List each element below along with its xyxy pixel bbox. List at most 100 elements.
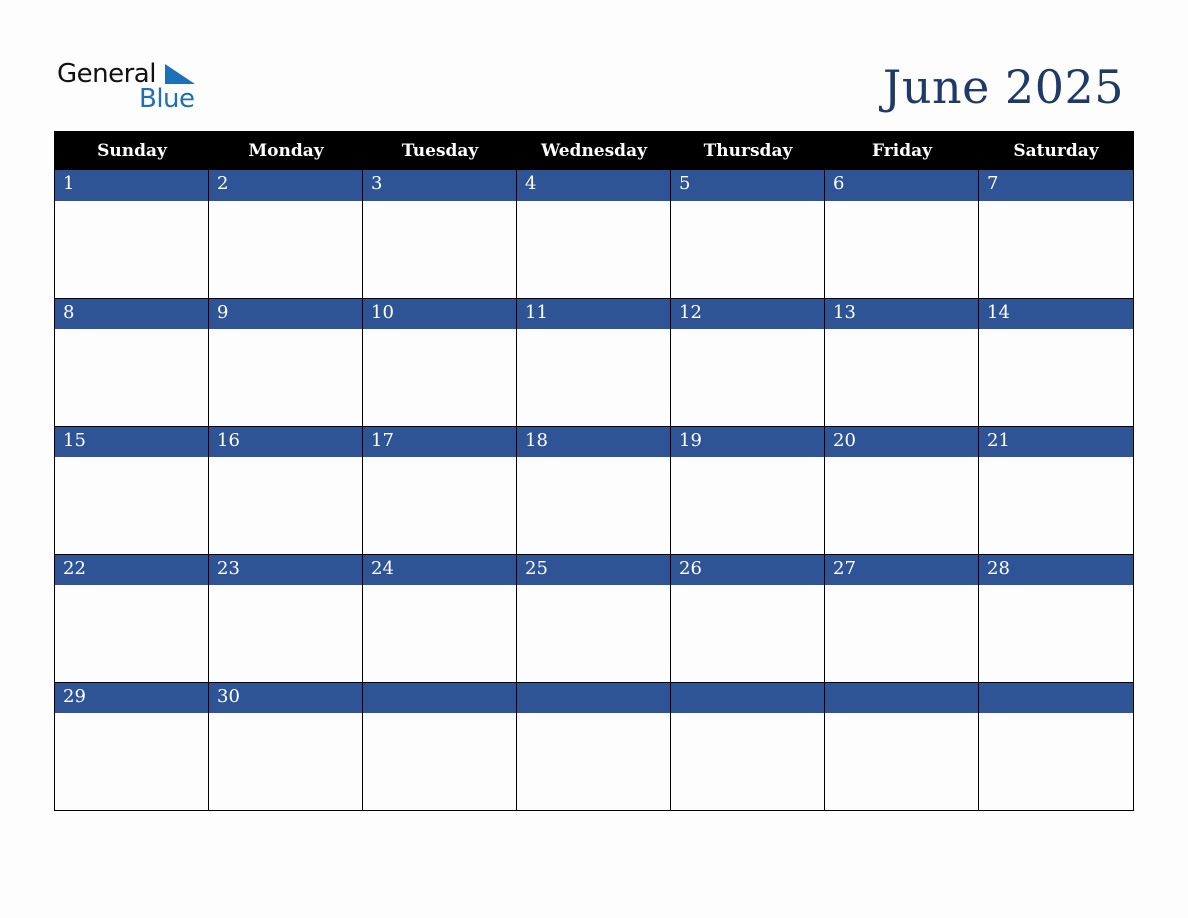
day-number: 15 <box>55 426 208 457</box>
day-notes-area[interactable] <box>825 329 978 426</box>
day-notes-area[interactable] <box>979 585 1133 682</box>
day-cell[interactable]: 15 <box>55 426 209 554</box>
day-notes-area[interactable] <box>55 713 208 810</box>
day-number: 3 <box>363 170 516 201</box>
day-notes-area[interactable] <box>517 713 670 810</box>
day-cell[interactable]: 17 <box>363 426 517 554</box>
day-cell[interactable]: 18 <box>517 426 671 554</box>
day-cell[interactable] <box>517 682 671 810</box>
day-notes-area[interactable] <box>825 713 978 810</box>
day-number: 7 <box>979 170 1133 201</box>
day-notes-area[interactable] <box>363 201 516 298</box>
day-notes-area[interactable] <box>55 585 208 682</box>
day-cell[interactable]: 29 <box>55 682 209 810</box>
day-cell[interactable]: 14 <box>979 298 1133 426</box>
day-notes-area[interactable] <box>209 457 362 554</box>
day-number: 4 <box>517 170 670 201</box>
day-number: 10 <box>363 298 516 329</box>
day-notes-area[interactable] <box>363 457 516 554</box>
day-number: 11 <box>517 298 670 329</box>
weekday-header: Sunday Monday Tuesday Wednesday Thursday… <box>55 132 1133 170</box>
weeks-container: 1 2 3 4 5 6 7 8 9 10 11 12 13 14 15 16 17 18 19 20 21 22 23 24 2… <box>55 170 1133 810</box>
day-number: 18 <box>517 426 670 457</box>
day-notes-area[interactable] <box>209 713 362 810</box>
day-number: 12 <box>671 298 824 329</box>
day-cell[interactable]: 24 <box>363 554 517 682</box>
day-number: 16 <box>209 426 362 457</box>
day-number: 14 <box>979 298 1133 329</box>
day-cell[interactable]: 12 <box>671 298 825 426</box>
day-notes-area[interactable] <box>979 457 1133 554</box>
day-cell[interactable]: 3 <box>363 170 517 298</box>
weekday-thursday: Thursday <box>703 141 793 161</box>
day-notes-area[interactable] <box>671 329 824 426</box>
day-notes-area[interactable] <box>209 201 362 298</box>
day-notes-area[interactable] <box>671 201 824 298</box>
day-cell[interactable]: 4 <box>517 170 671 298</box>
day-notes-area[interactable] <box>55 329 208 426</box>
day-cell[interactable] <box>979 682 1133 810</box>
day-cell[interactable] <box>825 682 979 810</box>
day-notes-area[interactable] <box>517 329 670 426</box>
day-number: 25 <box>517 554 670 585</box>
day-cell[interactable]: 22 <box>55 554 209 682</box>
day-number <box>517 682 670 713</box>
day-cell[interactable]: 13 <box>825 298 979 426</box>
day-notes-area[interactable] <box>825 457 978 554</box>
day-cell[interactable] <box>671 682 825 810</box>
day-number: 17 <box>363 426 516 457</box>
day-notes-area[interactable] <box>671 457 824 554</box>
day-notes-area[interactable] <box>671 585 824 682</box>
day-cell[interactable]: 6 <box>825 170 979 298</box>
logo-text-blue: Blue <box>139 84 195 114</box>
week-row: 8 9 10 11 12 13 14 <box>55 298 1133 426</box>
weekday-friday: Friday <box>872 141 932 161</box>
day-cell[interactable]: 7 <box>979 170 1133 298</box>
logo-triangle-icon <box>165 64 195 84</box>
day-notes-area[interactable] <box>825 585 978 682</box>
day-number: 23 <box>209 554 362 585</box>
day-number: 1 <box>55 170 208 201</box>
day-notes-area[interactable] <box>363 585 516 682</box>
day-cell[interactable]: 21 <box>979 426 1133 554</box>
day-notes-area[interactable] <box>979 201 1133 298</box>
day-notes-area[interactable] <box>209 329 362 426</box>
day-cell[interactable]: 27 <box>825 554 979 682</box>
day-cell[interactable]: 9 <box>209 298 363 426</box>
day-cell[interactable]: 23 <box>209 554 363 682</box>
day-notes-area[interactable] <box>517 201 670 298</box>
day-cell[interactable]: 25 <box>517 554 671 682</box>
weekday-sunday: Sunday <box>97 141 167 161</box>
day-number: 6 <box>825 170 978 201</box>
day-notes-area[interactable] <box>363 329 516 426</box>
day-cell[interactable]: 5 <box>671 170 825 298</box>
day-cell[interactable]: 11 <box>517 298 671 426</box>
day-notes-area[interactable] <box>671 713 824 810</box>
day-cell[interactable]: 28 <box>979 554 1133 682</box>
generalblue-logo: General Blue <box>57 58 207 114</box>
day-cell[interactable]: 20 <box>825 426 979 554</box>
weekday-tuesday: Tuesday <box>401 141 479 161</box>
day-cell[interactable]: 10 <box>363 298 517 426</box>
weekday-wednesday: Wednesday <box>541 141 647 161</box>
day-notes-area[interactable] <box>55 201 208 298</box>
day-notes-area[interactable] <box>517 585 670 682</box>
day-notes-area[interactable] <box>517 457 670 554</box>
day-cell[interactable]: 26 <box>671 554 825 682</box>
day-number: 29 <box>55 682 208 713</box>
day-cell[interactable] <box>363 682 517 810</box>
day-number: 26 <box>671 554 824 585</box>
day-notes-area[interactable] <box>825 201 978 298</box>
day-cell[interactable]: 16 <box>209 426 363 554</box>
day-notes-area[interactable] <box>363 713 516 810</box>
day-cell[interactable]: 19 <box>671 426 825 554</box>
day-notes-area[interactable] <box>979 329 1133 426</box>
day-notes-area[interactable] <box>209 585 362 682</box>
day-cell[interactable]: 30 <box>209 682 363 810</box>
day-notes-area[interactable] <box>979 713 1133 810</box>
weekday-monday: Monday <box>248 141 324 161</box>
day-notes-area[interactable] <box>55 457 208 554</box>
day-cell[interactable]: 8 <box>55 298 209 426</box>
day-cell[interactable]: 2 <box>209 170 363 298</box>
day-cell[interactable]: 1 <box>55 170 209 298</box>
